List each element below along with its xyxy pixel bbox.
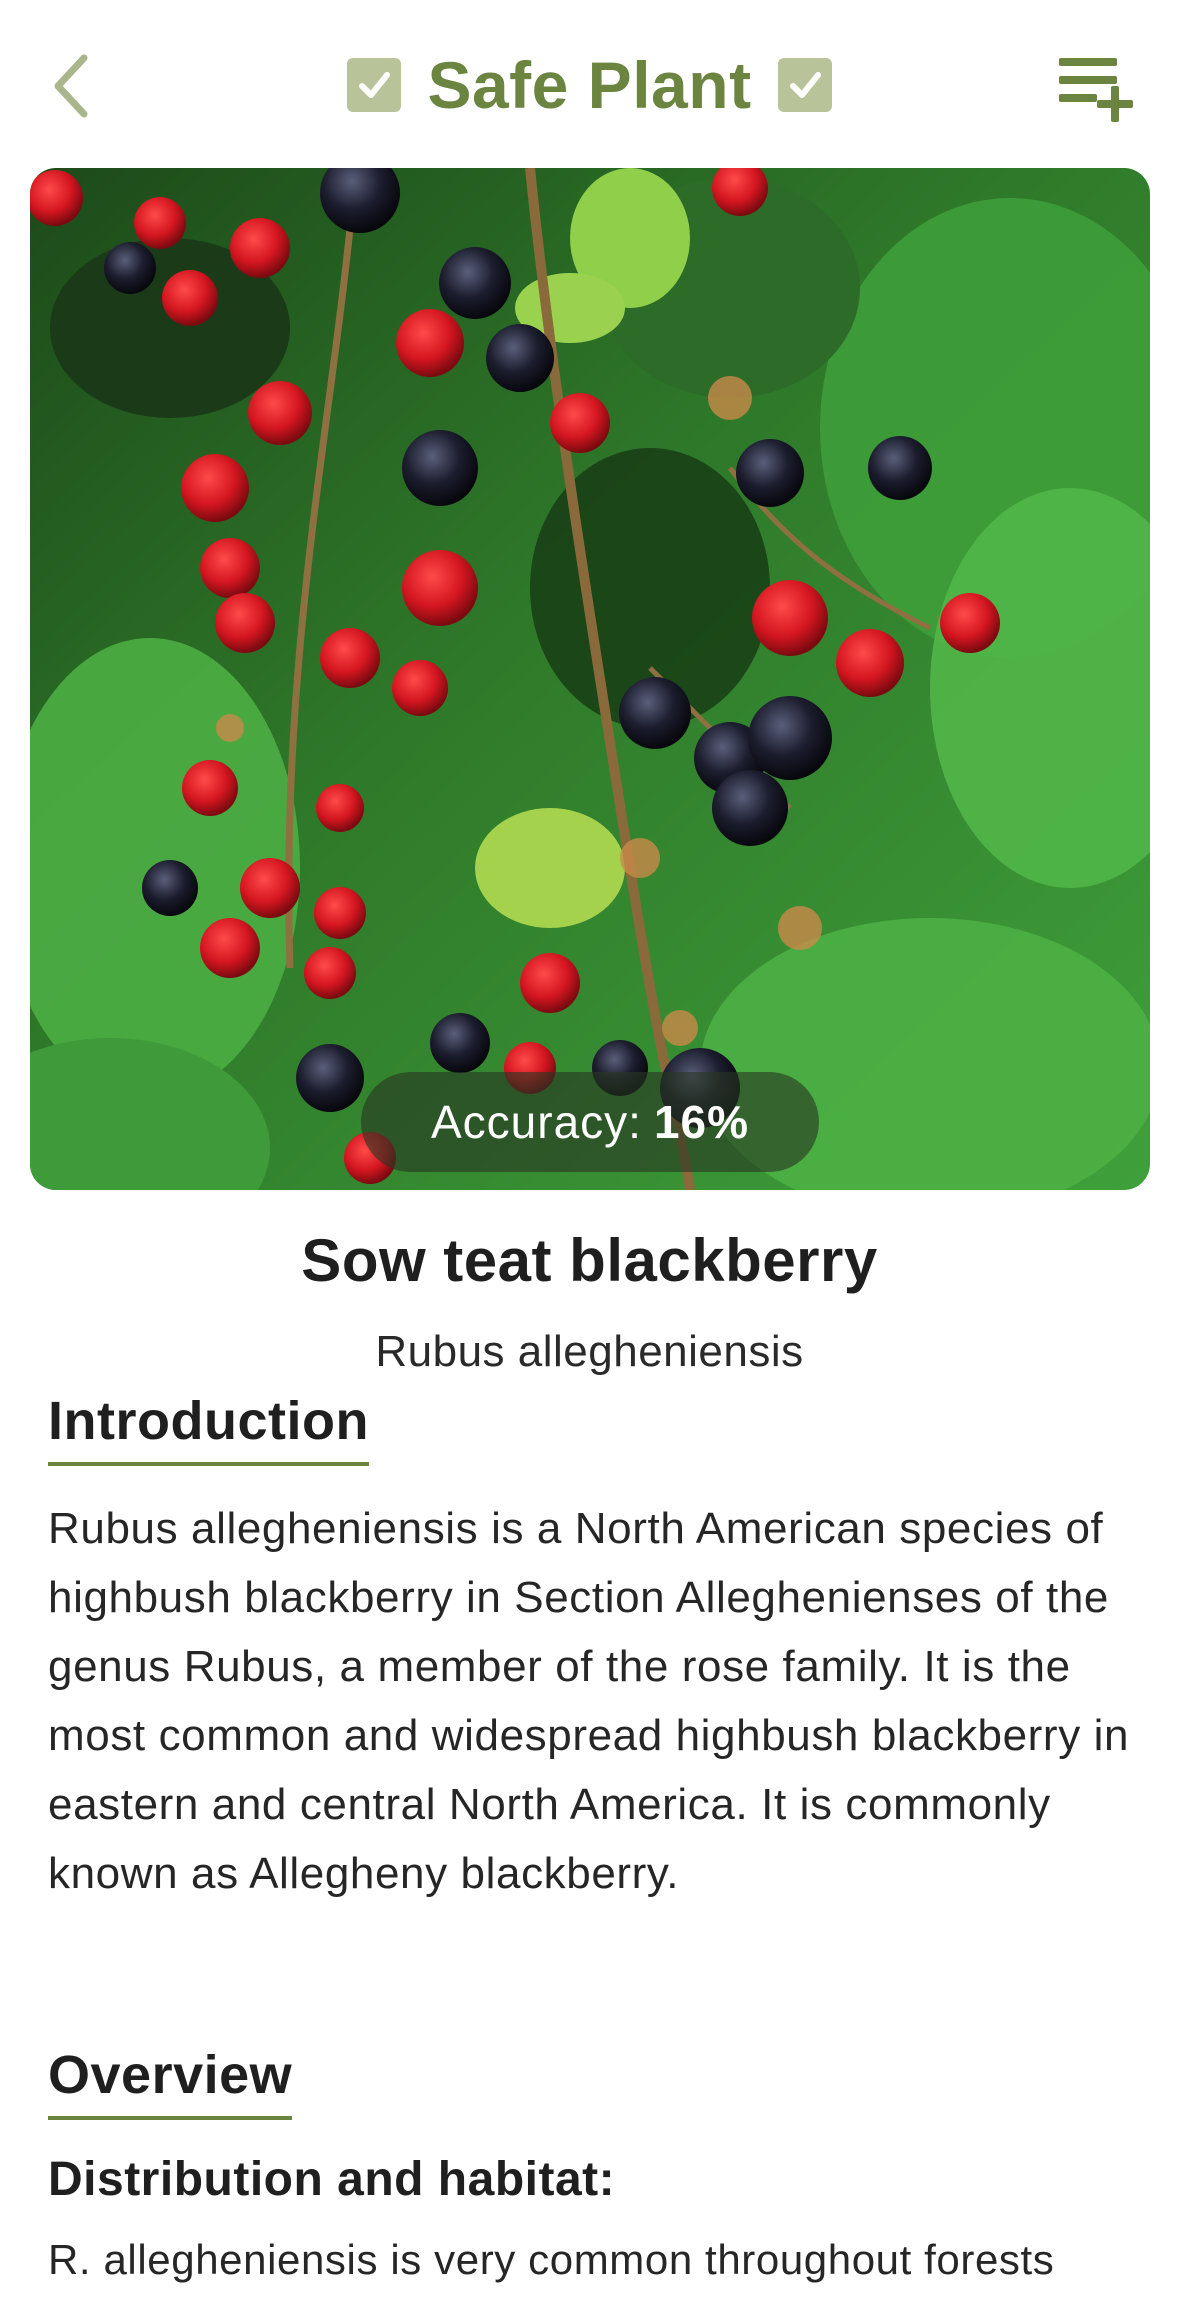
checkbox-checked-icon — [777, 58, 832, 112]
accuracy-label: Accuracy: — [430, 1096, 642, 1148]
distribution-text: R. allegheniensis is very common through… — [48, 2236, 1055, 2283]
introduction-text: Rubus allegheniensis is a North American… — [48, 1504, 1130, 1898]
playlist-add-icon — [1059, 58, 1133, 122]
plant-photo: Accuracy: 16% — [30, 168, 1150, 1190]
accuracy-value: 16% — [653, 1096, 750, 1148]
distribution-heading: Distribution and habitat: — [48, 2153, 616, 2206]
blackberry-image — [30, 168, 1150, 1190]
plant-common-name: Sow teat blackberry — [301, 1227, 878, 1294]
accuracy-badge: Accuracy: 16% — [360, 1072, 820, 1172]
page-title: Safe Plant — [427, 48, 752, 122]
overview-heading: Overview — [48, 2044, 293, 2120]
title-group: Safe Plant — [0, 40, 1179, 130]
add-to-list-button[interactable] — [1057, 50, 1149, 122]
plant-scientific-name: Rubus allegheniensis — [375, 1327, 804, 1376]
top-bar: Safe Plant — [0, 0, 1179, 168]
introduction-heading: Introduction — [48, 1390, 369, 1466]
checkbox-checked-icon — [347, 58, 402, 112]
